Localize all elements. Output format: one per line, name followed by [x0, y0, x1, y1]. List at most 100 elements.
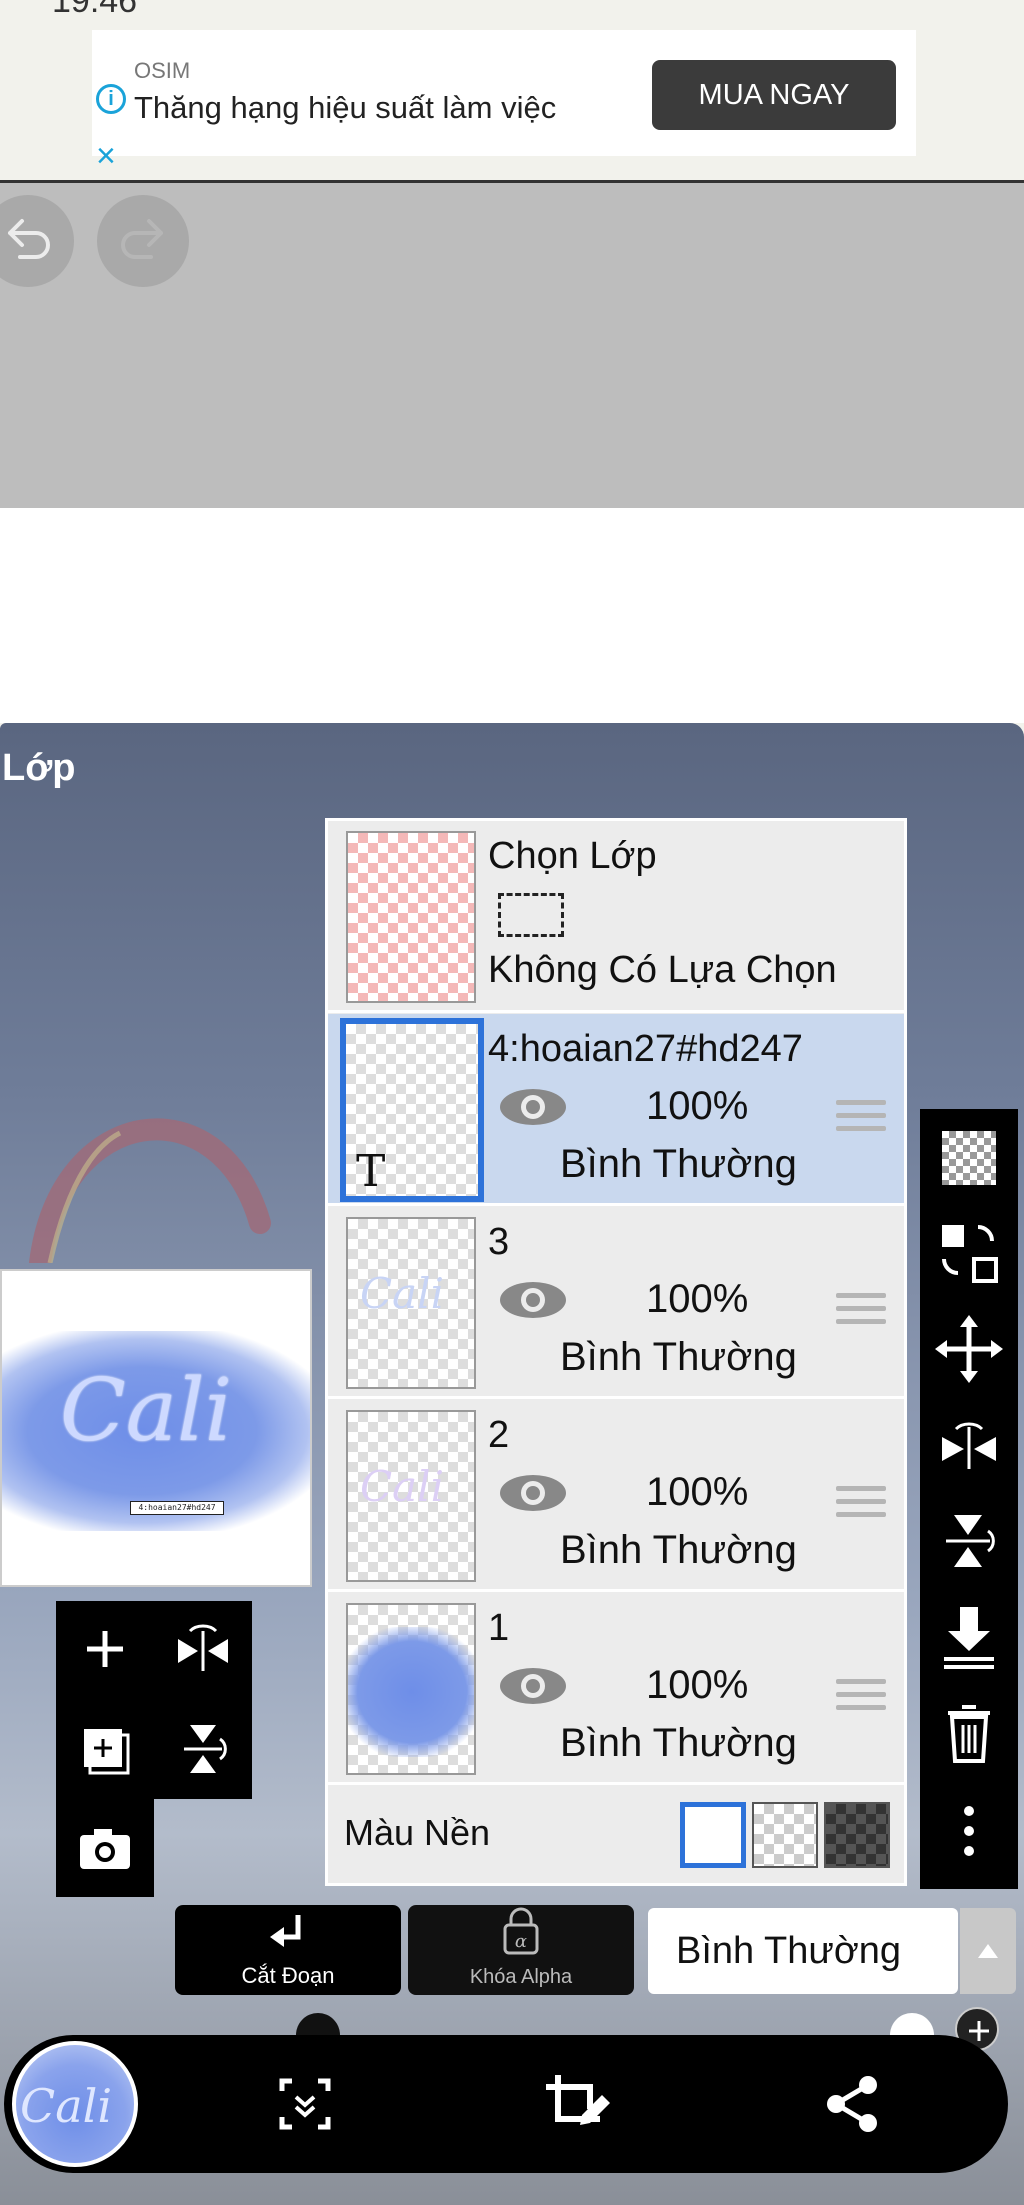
layer-thumb-art: Cali [360, 1269, 445, 1318]
transparency-button[interactable] [920, 1109, 1018, 1205]
bottom-nav: Cali [4, 2035, 1008, 2173]
background-white-swatch[interactable] [680, 1802, 746, 1868]
layer-row-3[interactable]: Cali 3 100% Bình Thường [328, 1207, 904, 1399]
layer-name: 4:hoaian27#hd247 [488, 1028, 803, 1070]
visibility-eye-icon[interactable] [498, 1663, 568, 1709]
flip-vertical-button[interactable] [154, 1699, 252, 1797]
layer-name: 3 [488, 1221, 510, 1263]
layer-opacity[interactable]: 100% [646, 1084, 748, 1129]
layers-panel: Lớp Cali 4:hoaian27#hd247 Chọn Lớp Không… [0, 723, 1024, 2205]
drag-handle-icon[interactable] [836, 1100, 886, 1139]
avatar-text: Cali [20, 2079, 113, 2133]
clip-arrow-icon [270, 1915, 301, 1947]
blend-mode-select[interactable]: Bình Thường [648, 1908, 958, 1994]
flip-horizontal-button[interactable] [154, 1601, 252, 1699]
flip-vertical-right-button[interactable] [920, 1493, 1018, 1589]
preview-tag: 4:hoaian27#hd247 [130, 1501, 224, 1515]
clipping-label: Cắt Đoạn [241, 1963, 335, 1988]
flip-vertical-icon [946, 1515, 995, 1567]
add-layer-copy-button[interactable] [56, 1699, 154, 1797]
layer-thumb-3: Cali [346, 1217, 476, 1389]
layer-thumb-art: Cali [360, 1462, 445, 1511]
share-icon[interactable] [818, 2069, 888, 2139]
layer-thumb-2: Cali [346, 1410, 476, 1582]
layer-list: Chọn Lớp Không Có Lựa Chọn T 4:hoaian27#… [325, 818, 907, 1886]
visibility-eye-icon[interactable] [498, 1084, 568, 1130]
chevron-up-icon [978, 1944, 998, 1958]
canvas-area[interactable] [0, 508, 1024, 723]
ad-close-icon[interactable]: × [96, 139, 116, 173]
transform-edit-icon[interactable] [538, 2069, 618, 2139]
layer-opacity[interactable]: 100% [646, 1277, 748, 1322]
status-time: 19:46 [52, 0, 138, 20]
layer-thumb-art [348, 1627, 474, 1757]
flip-horizontal-icon [942, 1422, 996, 1469]
blend-mode-dropdown-button[interactable] [960, 1908, 1016, 1994]
ad-banner[interactable]: i × OSIM Thăng hạng hiệu suất làm việc M… [92, 30, 916, 173]
canvas-thumbnail-avatar[interactable]: Cali [12, 2041, 138, 2167]
drag-handle-icon[interactable] [836, 1679, 886, 1718]
background-label: Màu Nền [344, 1812, 491, 1853]
swap-layer-button[interactable] [920, 1205, 1018, 1301]
plus-icon [87, 1631, 123, 1667]
ad-cta-button[interactable]: MUA NGAY [652, 60, 896, 130]
layer-name: 2 [488, 1414, 510, 1456]
ad-brand: OSIM [134, 58, 191, 83]
move-button[interactable] [920, 1301, 1018, 1397]
lock-icon: α [503, 1907, 539, 1955]
trash-icon [948, 1705, 990, 1763]
flip-vertical-icon [184, 1725, 227, 1773]
layer-row-4[interactable]: T 4:hoaian27#hd247 100% Bình Thường [328, 1014, 904, 1206]
background-dark-swatch[interactable] [824, 1802, 890, 1868]
checkerboard-icon [942, 1131, 996, 1185]
swap-icon [942, 1225, 998, 1283]
layer-blend-mode: Bình Thường [560, 1528, 797, 1572]
canvas-stroke-decoration [29, 1118, 271, 1263]
flip-horizontal-right-button[interactable] [920, 1397, 1018, 1493]
right-tools [920, 1109, 1018, 1889]
merge-down-button[interactable] [920, 1589, 1018, 1685]
ad-headline: Thăng hạng hiệu suất làm việc [134, 90, 557, 125]
select-area-icon[interactable] [270, 2069, 340, 2139]
selection-thumb [346, 831, 476, 1003]
layer-thumb-1 [346, 1603, 476, 1775]
layer-opacity[interactable]: 100% [646, 1470, 748, 1515]
preview-text: Cali [60, 1361, 233, 1461]
delete-layer-button[interactable] [920, 1685, 1018, 1781]
camera-button[interactable] [56, 1799, 154, 1897]
add-layer-button[interactable] [56, 1601, 154, 1699]
drag-handle-icon[interactable] [836, 1486, 886, 1525]
flip-horizontal-icon [178, 1624, 228, 1671]
background-transparent-swatch[interactable] [752, 1802, 818, 1868]
layer-name: 1 [488, 1607, 510, 1649]
redo-button[interactable] [97, 195, 189, 287]
status-bar: 19:46 [0, 0, 1024, 22]
duplicate-layer-icon [84, 1729, 130, 1775]
selection-layer-title: Chọn Lớp [488, 835, 657, 877]
layer-opacity[interactable]: 100% [646, 1663, 748, 1708]
panel-title: Lớp [2, 747, 76, 789]
visibility-eye-icon[interactable] [498, 1470, 568, 1516]
merge-down-icon [944, 1607, 994, 1669]
visibility-eye-icon[interactable] [498, 1277, 568, 1323]
layer-row-1[interactable]: 1 100% Bình Thường [328, 1593, 904, 1785]
undo-icon [8, 219, 50, 259]
layer-row-2[interactable]: Cali 2 100% Bình Thường [328, 1400, 904, 1592]
drag-handle-icon[interactable] [836, 1293, 886, 1332]
alpha-lock-label: Khóa Alpha [469, 1966, 573, 1988]
layer-thumb-4: T [340, 1018, 484, 1202]
layer-blend-mode: Bình Thường [560, 1335, 797, 1379]
ad-info-icon[interactable]: i [96, 84, 126, 114]
canvas-preview[interactable]: Cali 4:hoaian27#hd247 [0, 1269, 312, 1587]
layer-blend-mode: Bình Thường [560, 1721, 797, 1765]
text-layer-icon: T [356, 1146, 386, 1197]
selection-marquee-icon [498, 893, 564, 937]
left-tools [56, 1601, 252, 1799]
selection-layer-subtitle: Không Có Lựa Chọn [488, 949, 837, 991]
layer-blend-mode: Bình Thường [560, 1142, 797, 1186]
alpha-lock-button[interactable]: α Khóa Alpha [408, 1905, 634, 1995]
more-options-button[interactable] [920, 1781, 1018, 1877]
camera-icon [80, 1829, 130, 1869]
clipping-button[interactable]: Cắt Đoạn [175, 1905, 401, 1995]
selection-layer-row[interactable]: Chọn Lớp Không Có Lựa Chọn [328, 821, 904, 1013]
